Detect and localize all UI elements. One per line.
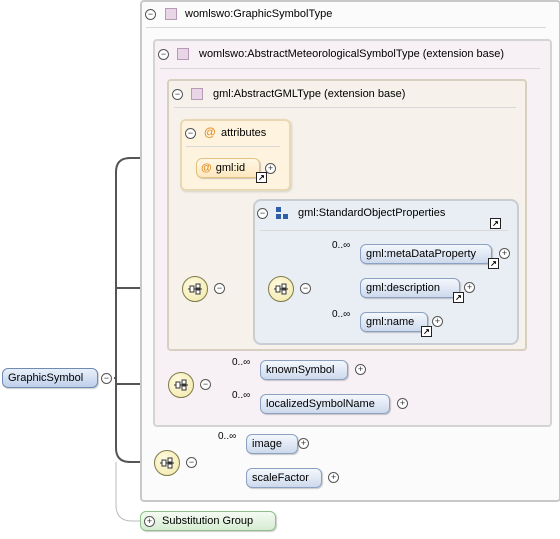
collapse-sequence-icon[interactable]: − (300, 283, 311, 294)
collapse-attributes-icon[interactable]: − (185, 128, 196, 139)
sequence-compositor-icon (188, 283, 202, 295)
collapse-extension-icon[interactable]: − (158, 49, 169, 60)
reference-arrow-icon[interactable]: ↗ (256, 172, 267, 183)
extension-label-gml: gml:AbstractGMLType (extension base) (213, 88, 406, 100)
sequence-compositor-icon (160, 457, 174, 469)
type-square-icon (165, 8, 177, 20)
element-known-symbol[interactable]: knownSymbol (260, 360, 348, 380)
occurrence-image: 0..∞ (218, 431, 237, 442)
extension-separator (160, 68, 540, 69)
root-element-graphic-symbol[interactable]: GraphicSymbol (2, 368, 98, 388)
attribute-gml-id-label: gml:id (215, 162, 246, 174)
collapse-gml-icon[interactable]: − (172, 89, 183, 100)
expand-substitution-icon[interactable]: + (144, 516, 155, 527)
element-metadata-property[interactable]: gml:metaDataProperty (360, 244, 492, 264)
reference-arrow-icon[interactable]: ↗ (421, 326, 432, 337)
reference-arrow-icon[interactable]: ↗ (490, 218, 501, 229)
substitution-group-label: Substitution Group (162, 515, 254, 527)
type-square-icon (191, 88, 203, 100)
sequence-compositor-icon (174, 379, 188, 391)
type-label: womlswo:GraphicSymbolType (185, 8, 333, 20)
extension-label-meteorological: womlswo:AbstractMeteorologicalSymbolType… (199, 48, 505, 60)
sequence-compositor-type[interactable] (154, 450, 180, 476)
at-sign-icon: @ (204, 125, 216, 139)
attributes-title: attributes (221, 127, 267, 139)
collapse-root-icon[interactable]: − (101, 373, 112, 384)
occurrence-known-symbol: 0..∞ (232, 357, 251, 368)
element-scale-factor[interactable]: scaleFactor (246, 468, 322, 488)
collapse-sequence-icon[interactable]: − (186, 457, 197, 468)
attribute-gml-id[interactable]: @ gml:id (196, 158, 260, 178)
sequence-compositor-icon (274, 283, 288, 295)
group-icon (276, 207, 288, 219)
group-separator (260, 230, 508, 231)
element-localized-symbol-name[interactable]: localizedSymbolName (260, 394, 390, 414)
element-name[interactable]: gml:name (360, 312, 428, 332)
reference-arrow-icon[interactable]: ↗ (488, 258, 499, 269)
occurrence-localized-name: 0..∞ (232, 390, 251, 401)
at-sign-icon: @ (201, 162, 212, 174)
expand-localized-name-icon[interactable]: + (397, 398, 408, 409)
expand-name-icon[interactable]: + (432, 316, 443, 327)
reference-arrow-icon[interactable]: ↗ (453, 292, 464, 303)
type-separator (146, 27, 546, 28)
sequence-compositor-meteorological[interactable] (168, 372, 194, 398)
attributes-separator (186, 146, 280, 147)
collapse-sequence-icon[interactable]: − (214, 283, 225, 294)
group-label: gml:StandardObjectProperties (298, 207, 446, 219)
expand-metadata-icon[interactable]: + (499, 248, 510, 259)
occurrence-metadata: 0..∞ (332, 240, 351, 251)
type-square-icon (177, 48, 189, 60)
expand-scale-factor-icon[interactable]: + (328, 472, 339, 483)
expand-image-icon[interactable]: + (298, 438, 309, 449)
element-description[interactable]: gml:description (360, 278, 460, 298)
expand-description-icon[interactable]: + (464, 282, 475, 293)
occurrence-name: 0..∞ (332, 309, 351, 320)
collapse-type-icon[interactable]: − (145, 9, 156, 20)
gml-separator (174, 107, 516, 108)
element-image[interactable]: image (246, 434, 298, 454)
sequence-compositor-main[interactable] (182, 276, 208, 302)
substitution-group[interactable]: + Substitution Group (140, 511, 276, 531)
collapse-group-icon[interactable]: − (257, 208, 268, 219)
expand-known-symbol-icon[interactable]: + (355, 364, 366, 375)
sequence-compositor-group[interactable] (268, 276, 294, 302)
collapse-sequence-icon[interactable]: − (200, 379, 211, 390)
